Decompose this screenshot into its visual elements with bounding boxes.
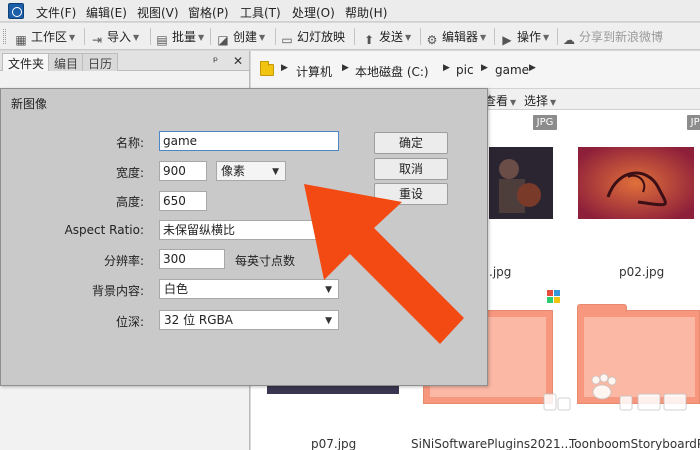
filename-p01-partial: .jpg [489, 265, 512, 279]
chevron-down-icon: ▼ [405, 33, 412, 42]
action-button[interactable]: ▶ 操作 ▼ [500, 28, 550, 47]
dialog-title: 新图像 [11, 97, 48, 111]
chevron-down-icon: ▼ [510, 98, 517, 107]
tab-catalog[interactable]: 编目 [48, 53, 85, 71]
editor-button[interactable]: ⚙ 编辑器 ▼ [425, 28, 487, 47]
chevron-down-icon: ▼ [480, 33, 487, 42]
filename-sini: SiNiSoftwarePlugins2021... [411, 437, 573, 450]
select-menu-button[interactable]: 选择 ▼ [524, 92, 556, 109]
weibo-icon: ☁ [563, 33, 575, 47]
tab-calendar[interactable]: 日历 [82, 53, 119, 71]
create-button[interactable]: ◪ 创建 ▼ [216, 28, 266, 47]
chevron-right-icon[interactable]: ▶ [443, 63, 450, 73]
ok-button[interactable]: 确定 [374, 132, 448, 154]
share-weibo-button[interactable]: ☁ 分享到新浪微博 [562, 28, 663, 47]
height-label: 高度: [115, 195, 144, 209]
background-label: 背景内容: [91, 284, 144, 298]
chevron-right-icon[interactable]: ▶ [529, 63, 536, 73]
chevron-right-icon[interactable]: ▶ [342, 63, 349, 73]
menu-tools[interactable]: 工具(T) [240, 4, 281, 21]
annotation-arrow-icon [304, 184, 464, 344]
filename-p02: p02.jpg [619, 265, 665, 279]
workspace-icon: ▦ [15, 33, 27, 47]
menu-edit[interactable]: 编辑(E) [86, 4, 127, 21]
height-input[interactable]: 650 [159, 191, 207, 211]
batch-icon: ▤ [156, 33, 168, 47]
view-menu-button[interactable]: 查看 ▼ [484, 92, 516, 109]
filename-toonboom: ToonboomStoryboardP [569, 437, 700, 450]
thumbnail-image-p07 [267, 386, 399, 394]
width-label: 宽度: [115, 166, 144, 180]
resolution-label: 分辨率: [103, 254, 144, 268]
jpg-badge: JPG [687, 115, 700, 130]
editor-icon: ⚙ [426, 33, 438, 47]
chevron-down-icon: ▼ [550, 98, 557, 107]
name-label: 名称: [115, 136, 144, 150]
chevron-down-icon: ▼ [133, 33, 140, 42]
address-bar: ▶ 计算机 ▶ 本地磁盘 (C:) ▶ pic ▶ game ▶ [251, 51, 700, 89]
toolbar-divider [354, 28, 355, 45]
toolbar-divider [210, 28, 211, 45]
batch-button[interactable]: ▤ 批量 ▼ [155, 28, 205, 47]
toolbar-divider [84, 28, 85, 45]
menu-process[interactable]: 处理(O) [292, 4, 335, 21]
left-panel-tabs: 文件夹 编目 日历 ᵖ ✕ [0, 51, 249, 71]
tab-folders[interactable]: 文件夹 [2, 53, 51, 71]
menu-file[interactable]: 文件(F) [36, 4, 76, 21]
slideshow-icon: ▭ [281, 33, 293, 47]
menu-view[interactable]: 视图(V) [137, 4, 179, 21]
thumbnail-image-p02 [578, 147, 694, 219]
slideshow-button[interactable]: ▭ 幻灯放映 [280, 28, 345, 47]
bit-depth-label: 位深: [115, 315, 144, 329]
close-icon[interactable]: ✕ [233, 54, 243, 68]
toolbar-divider [557, 28, 558, 45]
menu-pane[interactable]: 窗格(P) [188, 4, 229, 21]
resolution-unit: 每英寸点数 [235, 254, 296, 268]
menu-help[interactable]: 帮助(H) [345, 4, 387, 21]
breadcrumb-local-disk[interactable]: 本地磁盘 (C:) [355, 63, 429, 80]
baidu-jingyan-watermark [543, 373, 687, 411]
folder-icon [260, 61, 274, 76]
create-icon: ◪ [217, 33, 229, 47]
app-logo-icon[interactable] [8, 3, 24, 19]
chevron-right-icon[interactable]: ▶ [481, 63, 488, 73]
chevron-right-icon[interactable]: ▶ [281, 63, 288, 73]
breadcrumb-game[interactable]: game [495, 63, 529, 77]
pin-icon[interactable]: ᵖ [213, 54, 218, 68]
jpg-badge: JPG [533, 115, 557, 130]
filename-p07: p07.jpg [311, 437, 357, 450]
library-icon [547, 290, 561, 304]
unit-select[interactable]: 像素 ▼ [216, 161, 286, 181]
menu-bar: 文件(F) 编辑(E) 视图(V) 窗格(P) 工具(T) 处理(O) 帮助(H… [0, 0, 700, 22]
breadcrumb-pic[interactable]: pic [456, 63, 474, 77]
send-icon: ⬆ [363, 33, 375, 47]
workspace-button[interactable]: ▦ 工作区 ▼ [14, 28, 76, 47]
toolbar-divider [494, 28, 495, 45]
play-circle-icon: ▶ [502, 33, 512, 47]
chevron-down-icon: ▼ [69, 33, 76, 42]
resolution-input[interactable]: 300 [159, 249, 225, 269]
thumbnail-image-p01 [489, 147, 553, 219]
toolbar-divider [420, 28, 421, 45]
send-button[interactable]: ⬆ 发送 ▼ [362, 28, 412, 47]
toolbar-grip[interactable] [3, 29, 6, 44]
breadcrumb-computer[interactable]: 计算机 [296, 63, 332, 80]
import-button[interactable]: ⇥ 导入 ▼ [90, 28, 140, 47]
import-icon: ⇥ [91, 33, 103, 47]
chevron-down-icon: ▼ [272, 167, 279, 177]
width-input[interactable]: 900 [159, 161, 207, 181]
toolbar-divider [150, 28, 151, 45]
chevron-down-icon: ▼ [198, 33, 205, 42]
name-input[interactable]: game [159, 131, 339, 151]
dragon-art-icon [578, 147, 694, 219]
warrior-art-icon [489, 147, 553, 219]
main-toolbar: ▦ 工作区 ▼ ⇥ 导入 ▼ ▤ 批量 ▼ ◪ 创建 ▼ ▭ 幻灯放映 ⬆ 发送 ▼ ⚙ 编辑器 ▼ ▶ 操… [0, 23, 700, 50]
chevron-down-icon: ▼ [543, 33, 550, 42]
chevron-down-icon: ▼ [259, 33, 266, 42]
aspect-ratio-label: Aspect Ratio: [64, 223, 144, 237]
toolbar-divider [275, 28, 276, 45]
